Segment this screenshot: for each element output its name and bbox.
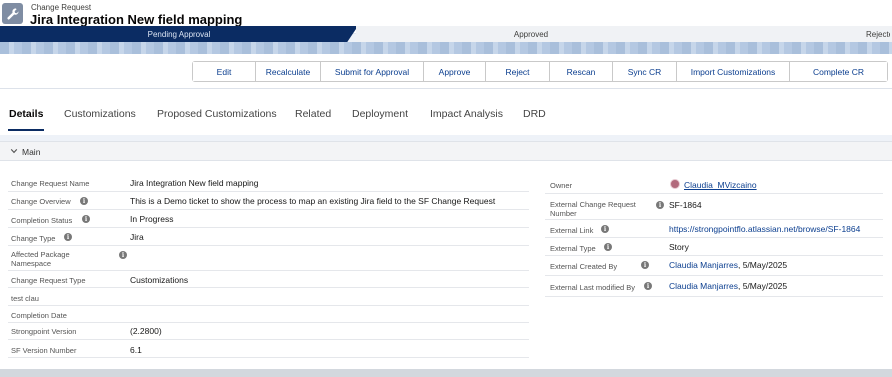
divider xyxy=(8,245,529,246)
details-panel: Change Request Name Jira Integration New… xyxy=(0,161,892,377)
field-value-sf-version-number: 6.1 xyxy=(130,345,142,355)
tab-proposed-customizations[interactable]: Proposed Customizations xyxy=(157,108,277,120)
divider xyxy=(8,227,529,228)
active-tab-indicator xyxy=(8,129,44,131)
recalculate-button[interactable]: Recalculate xyxy=(256,62,321,81)
field-value-external-last-modified-by: Claudia Manjarres, 5/May/2025 xyxy=(669,281,787,291)
field-label-change-type: Change Type xyxy=(11,234,56,243)
info-icon[interactable]: i xyxy=(641,261,649,269)
import-customizations-button[interactable]: Import Customizations xyxy=(677,62,790,81)
field-label-owner: Owner xyxy=(550,181,573,190)
tab-bar: Details Customizations Proposed Customiz… xyxy=(0,89,892,135)
field-value-external-type: Story xyxy=(669,242,689,252)
field-value-strongpoint-version: (2.2800) xyxy=(130,326,162,336)
field-value-owner[interactable]: Claudia_MVizcaino xyxy=(684,180,757,190)
avatar[interactable] xyxy=(670,179,680,189)
divider xyxy=(8,287,529,288)
action-button-group: Edit Recalculate Submit for Approval App… xyxy=(192,61,888,82)
status-path: Pending Approval Approved Rejected xyxy=(0,26,892,42)
path-stage-rejected-label: Rejected xyxy=(866,29,890,39)
field-label-external-created-by: External Created By xyxy=(550,262,618,271)
info-icon[interactable]: i xyxy=(119,251,127,259)
field-label-change-request-name: Change Request Name xyxy=(11,179,90,188)
field-label-external-last-modified-by: External Last modified By xyxy=(550,283,636,292)
wrench-icon xyxy=(2,3,23,24)
divider xyxy=(8,305,529,306)
complete-cr-button[interactable]: Complete CR xyxy=(790,62,887,81)
tab-customizations[interactable]: Customizations xyxy=(64,108,136,120)
tab-related[interactable]: Related xyxy=(295,108,331,120)
footer-bar xyxy=(0,369,892,377)
divider xyxy=(545,193,883,194)
divider xyxy=(8,357,529,358)
divider xyxy=(545,237,883,238)
info-icon[interactable]: i xyxy=(656,201,664,209)
rescan-button[interactable]: Rescan xyxy=(550,62,613,81)
info-icon[interactable]: i xyxy=(82,215,90,223)
path-decoration xyxy=(0,42,892,54)
field-value-completion-status: In Progress xyxy=(130,214,174,224)
divider xyxy=(8,339,529,340)
info-icon[interactable]: i xyxy=(64,233,72,241)
divider xyxy=(545,255,883,256)
page-title: Jira Integration New field mapping xyxy=(30,12,243,27)
field-label-change-overview: Change Overview xyxy=(11,197,71,206)
divider xyxy=(8,270,529,271)
divider xyxy=(545,219,883,220)
tab-details[interactable]: Details xyxy=(9,108,43,120)
info-icon[interactable]: i xyxy=(80,197,88,205)
object-type-label: Change Request xyxy=(31,3,92,12)
field-value-external-change-request-number: SF-1864 xyxy=(669,200,702,210)
field-label-change-request-type: Change Request Type xyxy=(11,276,86,285)
info-icon[interactable]: i xyxy=(644,282,652,290)
info-icon[interactable]: i xyxy=(601,225,609,233)
submit-for-approval-button[interactable]: Submit for Approval xyxy=(321,62,424,81)
divider xyxy=(8,209,529,210)
path-stage-approved[interactable]: Approved xyxy=(356,26,706,42)
tab-impact-analysis[interactable]: Impact Analysis xyxy=(430,108,503,120)
field-label-external-link: External Link xyxy=(550,226,594,235)
approve-button[interactable]: Approve xyxy=(424,62,486,81)
reject-button[interactable]: Reject xyxy=(486,62,550,81)
field-label-external-type: External Type xyxy=(550,244,596,253)
tab-deployment[interactable]: Deployment xyxy=(352,108,408,120)
field-label-sf-version-number: SF Version Number xyxy=(11,346,77,355)
divider xyxy=(545,296,883,297)
external-created-by-date: , 5/May/2025 xyxy=(737,260,788,270)
field-label-strongpoint-version: Strongpoint Version xyxy=(11,327,77,336)
field-label-completion-date: Completion Date xyxy=(11,311,67,320)
field-value-change-request-type: Customizations xyxy=(130,275,189,285)
field-label-completion-status: Completion Status xyxy=(11,216,73,225)
divider xyxy=(8,191,529,192)
info-icon[interactable]: i xyxy=(604,243,612,251)
field-label-affected-package-namespace: Affected Package Namespace xyxy=(11,250,70,268)
field-value-change-overview: This is a Demo ticket to show the proces… xyxy=(130,196,496,206)
field-label-test-clau: test clau xyxy=(11,294,39,303)
field-label-external-change-request-number: External Change Request Number xyxy=(550,200,636,218)
external-last-modified-by-date: , 5/May/2025 xyxy=(737,281,788,291)
sync-cr-button[interactable]: Sync CR xyxy=(613,62,677,81)
field-value-external-created-by: Claudia Manjarres, 5/May/2025 xyxy=(669,260,787,270)
external-last-modified-by-link[interactable]: Claudia Manjarres xyxy=(669,281,738,291)
external-created-by-link[interactable]: Claudia Manjarres xyxy=(669,260,738,270)
action-bar: Edit Recalculate Submit for Approval App… xyxy=(0,54,892,89)
tab-drd[interactable]: DRD xyxy=(523,108,546,120)
divider xyxy=(8,322,529,323)
path-stage-pending-approval[interactable]: Pending Approval xyxy=(0,26,358,42)
chevron-down-icon xyxy=(10,149,18,154)
edit-button[interactable]: Edit xyxy=(193,62,256,81)
section-header-main[interactable]: Main xyxy=(0,141,892,161)
divider xyxy=(545,275,883,276)
field-value-external-link[interactable]: https://strongpointflo.atlassian.net/bro… xyxy=(669,224,860,234)
field-value-change-type: Jira xyxy=(130,232,144,242)
section-title: Main xyxy=(22,147,41,157)
path-stage-rejected[interactable]: Rejected xyxy=(706,26,892,42)
field-value-change-request-name: Jira Integration New field mapping xyxy=(130,178,259,188)
